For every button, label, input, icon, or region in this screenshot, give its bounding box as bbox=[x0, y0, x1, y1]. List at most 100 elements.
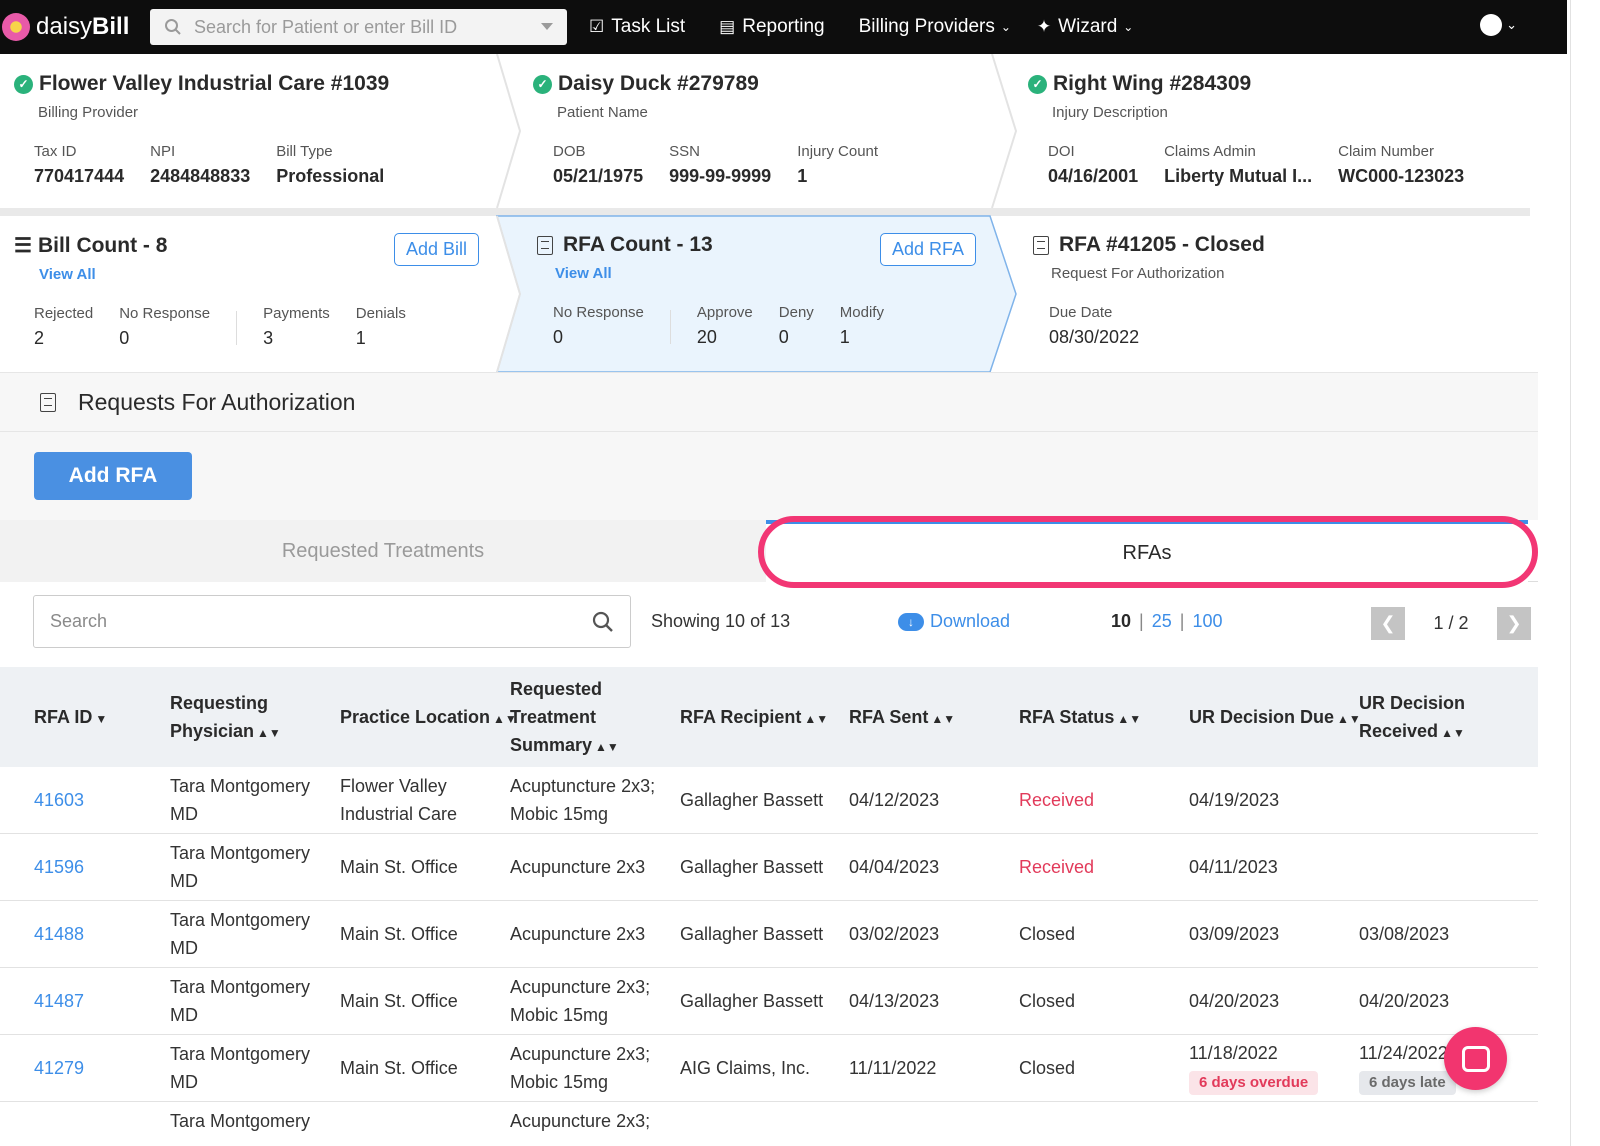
physician-cell: Tara Montgomery bbox=[170, 1111, 311, 1131]
prev-page-button[interactable]: ❮ bbox=[1371, 607, 1405, 640]
page-size-selector: 10 | 25 | 100 bbox=[1111, 611, 1222, 632]
patient-card[interactable]: ✓ Daisy Duck #279789 Patient Name DOB 05/2… bbox=[533, 72, 904, 228]
col-rfa-recipient[interactable]: RFA Recipient ▲▼ bbox=[680, 703, 828, 733]
due-cell: 04/20/2023 bbox=[1189, 991, 1280, 1011]
payments-field: Payments 3 bbox=[263, 305, 330, 348]
download-link[interactable]: ↓ Download bbox=[898, 611, 1010, 632]
summary-cell: Acupuncture 2x3; Mobic 15mg bbox=[510, 1044, 651, 1092]
denials-field: Denials 1 bbox=[355, 305, 406, 348]
cloud-download-icon: ↓ bbox=[898, 612, 924, 631]
nav-reporting[interactable]: ▤ Reporting bbox=[719, 16, 824, 38]
recipient-cell: Gallagher Bassett bbox=[680, 790, 824, 810]
add-bill-button[interactable]: Add Bill bbox=[394, 233, 480, 266]
rfa-id-link[interactable]: 41279 bbox=[34, 1054, 84, 1082]
location-cell: Flower Valley Industrial Care bbox=[340, 776, 458, 824]
col-rfa-id[interactable]: RFA ID ▼ bbox=[34, 703, 107, 733]
divider bbox=[669, 310, 671, 344]
nav-wizard[interactable]: ✦ Wizard ⌄ bbox=[1037, 16, 1133, 38]
due-cell: 11/18/2022 6 days overdue bbox=[1189, 1039, 1319, 1095]
doi-field: DOI 04/16/2001 bbox=[1048, 143, 1139, 186]
due-date-field: Due Date 08/30/2022 bbox=[1049, 304, 1140, 347]
col-rfa-sent[interactable]: RFA Sent ▲▼ bbox=[849, 703, 955, 733]
showing-count: Showing 10 of 13 bbox=[651, 611, 791, 631]
page-size-10[interactable]: 10 bbox=[1111, 611, 1131, 632]
sort-icon: ▲▼ bbox=[1117, 712, 1142, 726]
col-ur-decision-received[interactable]: UR Decision Received ▲▼ bbox=[1359, 689, 1465, 747]
billing-provider-card[interactable]: ✓ Flower Valley Industrial Care #1039 Bil… bbox=[14, 72, 410, 228]
table-row[interactable]: 41596 Tara Montgomery MD Main St. Office … bbox=[0, 834, 1538, 901]
summary-cell: Acupuncture 2x3 bbox=[510, 924, 646, 944]
add-rfa-button[interactable]: Add RFA bbox=[34, 452, 192, 500]
late-badge: 6 days late bbox=[1359, 1071, 1456, 1095]
global-search-input[interactable]: Search for Patient or enter Bill ID bbox=[150, 9, 567, 45]
npi-field: NPI 2484848833 bbox=[150, 143, 251, 186]
col-requesting-physician[interactable]: Requesting Physician ▲▼ bbox=[170, 689, 281, 747]
col-ur-decision-due[interactable]: UR Decision Due ▲▼ bbox=[1189, 703, 1361, 733]
tab-rfas[interactable]: RFAs bbox=[766, 520, 1528, 582]
section-header: Requests For Authorization bbox=[0, 372, 1538, 432]
rfa-id-link[interactable]: 41487 bbox=[34, 987, 84, 1015]
table-row[interactable]: 41603 Tara Montgomery MD Flower Valley Ind… bbox=[0, 767, 1538, 834]
rfa-document-icon bbox=[40, 392, 56, 412]
status-cell: Closed bbox=[1019, 991, 1076, 1011]
location-cell: Main St. Office bbox=[340, 1058, 458, 1078]
scroll-gutter[interactable] bbox=[1570, 0, 1600, 1146]
chat-launcher-button[interactable] bbox=[1444, 1027, 1507, 1090]
list-icon: ☰ bbox=[14, 235, 32, 257]
nav-billing-providers[interactable]: Billing Providers ⌄ bbox=[859, 16, 1011, 38]
add-rfa-card-button[interactable]: Add RFA bbox=[880, 233, 977, 266]
bills-view-all-link[interactable]: View All bbox=[39, 266, 484, 283]
current-rfa-card[interactable]: RFA #41205 - Closed Request For Authoriz… bbox=[1033, 233, 1503, 389]
tax-id-field: Tax ID 770417444 bbox=[34, 143, 125, 186]
logo-text-bill: Bill bbox=[92, 13, 130, 40]
rfa-id-link[interactable]: 41603 bbox=[34, 786, 84, 814]
sent-cell: 11/11/2022 bbox=[849, 1058, 937, 1078]
table-row[interactable]: 41487 Tara Montgomery MD Main St. Office … bbox=[0, 968, 1538, 1035]
global-search-placeholder: Search for Patient or enter Bill ID bbox=[194, 16, 458, 37]
status-cell: Closed bbox=[1019, 1058, 1076, 1078]
sort-icon: ▲▼ bbox=[1337, 712, 1361, 726]
chevron-down-icon: ⌄ bbox=[1000, 20, 1011, 34]
page-size-separator: | bbox=[1179, 611, 1185, 631]
page-size-100[interactable]: 100 bbox=[1192, 611, 1222, 632]
top-nav: daisy Bill Search for Patient or enter Bi… bbox=[0, 0, 1567, 54]
table-row[interactable]: 41488 Tara Montgomery MD Main St. Office … bbox=[0, 901, 1538, 968]
next-page-button[interactable]: ❯ bbox=[1497, 607, 1531, 640]
status-cell: Closed bbox=[1019, 924, 1076, 944]
rfa-document-icon bbox=[1033, 235, 1049, 255]
injury-title: Right Wing #284309 bbox=[1053, 72, 1252, 95]
nav-task-list[interactable]: ☑ Task List bbox=[589, 16, 685, 38]
bill-count-title: Bill Count - 8 bbox=[37, 233, 168, 257]
rfa-view-all-link[interactable]: View All bbox=[555, 265, 977, 282]
chevron-down-icon: ⌄ bbox=[1506, 17, 1517, 32]
check-circle-icon: ✓ bbox=[14, 74, 33, 94]
approve-field: Approve 20 bbox=[696, 304, 753, 347]
page: daisy Bill Search for Patient or enter Bi… bbox=[0, 0, 1600, 1146]
logo[interactable]: daisy Bill bbox=[2, 13, 142, 41]
search-icon[interactable] bbox=[592, 611, 614, 633]
rfa-id-link[interactable]: 41488 bbox=[34, 920, 84, 948]
physician-cell: Tara Montgomery MD bbox=[170, 1044, 311, 1092]
deny-field: Deny 0 bbox=[778, 304, 814, 347]
page-size-25[interactable]: 25 bbox=[1152, 611, 1172, 632]
sort-icon: ▲▼ bbox=[257, 726, 281, 740]
status-cell: Received bbox=[1019, 790, 1095, 810]
table-row[interactable]: Tara Montgomery Acupuncture 2x3; bbox=[0, 1102, 1538, 1146]
table-row[interactable]: 41279 Tara Montgomery MD Main St. Office … bbox=[0, 1035, 1538, 1102]
user-menu[interactable]: ⌄ bbox=[1480, 14, 1517, 36]
col-rfa-status[interactable]: RFA Status ▲▼ bbox=[1019, 703, 1141, 733]
rfa-count-title: RFA Count - 13 bbox=[563, 233, 713, 256]
table-toolbar: Search Showing 10 of 13 ↓ Download 10 | … bbox=[0, 583, 1538, 667]
injury-card[interactable]: ✓ Right Wing #284309 Injury Description D… bbox=[1028, 72, 1490, 228]
col-treatment-summary[interactable]: Requested Treatment Summary ▲▼ bbox=[510, 675, 619, 761]
table-search-input[interactable]: Search bbox=[33, 595, 631, 648]
tab-requested-treatments[interactable]: Requested Treatments bbox=[0, 520, 766, 582]
caret-down-icon[interactable] bbox=[541, 23, 553, 31]
patient-subtitle: Patient Name bbox=[557, 104, 648, 121]
col-practice-location[interactable]: Practice Location ▲▼ bbox=[340, 703, 517, 733]
search-icon bbox=[165, 19, 181, 35]
rfa-id-link[interactable]: 41596 bbox=[34, 853, 84, 881]
bill-count-card: ☰ Bill Count - 8 View All Rejected 2 No Re… bbox=[14, 233, 484, 389]
due-cell: 04/19/2023 bbox=[1189, 790, 1280, 810]
current-rfa-title: RFA #41205 - Closed bbox=[1059, 233, 1265, 256]
